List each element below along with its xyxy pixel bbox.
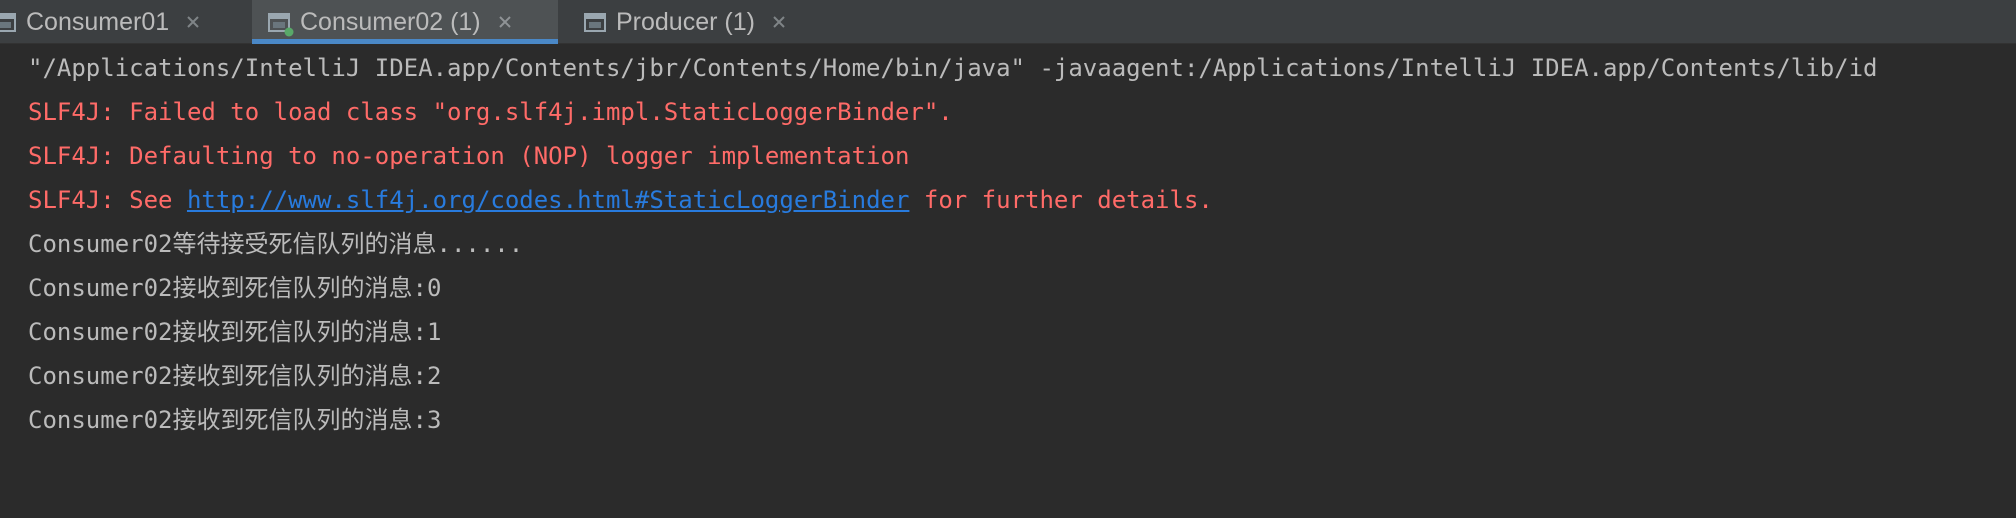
console-text: SLF4J: See [28, 186, 187, 214]
tab-producer[interactable]: Producer (1) [558, 0, 818, 44]
close-icon[interactable] [497, 14, 513, 30]
run-tabs-bar: Consumer01 Consumer02 (1) Producer (1) [0, 0, 2016, 44]
close-icon[interactable] [185, 14, 201, 30]
run-config-running-icon [268, 12, 294, 36]
console-output-line: Consumer02等待接受死信队列的消息...... [28, 230, 524, 258]
tab-consumer02[interactable]: Consumer02 (1) [252, 0, 558, 44]
console-error-line: SLF4J: See http://www.slf4j.org/codes.ht… [28, 185, 1213, 215]
close-icon[interactable] [771, 14, 787, 30]
run-tool-window: Consumer01 Consumer02 (1) Producer (1) "… [0, 0, 2016, 518]
console-error-line: SLF4J: Defaulting to no-operation (NOP) … [28, 142, 910, 170]
console-output-line: Consumer02接收到死信队列的消息:1 [28, 318, 442, 346]
tab-label: Producer (1) [616, 8, 755, 36]
console-error-line: SLF4J: Failed to load class "org.slf4j.i… [28, 98, 953, 126]
run-config-icon [0, 12, 16, 32]
console-command-line: "/Applications/IntelliJ IDEA.app/Content… [28, 54, 1878, 82]
console-output-line: Consumer02接收到死信队列的消息:2 [28, 362, 442, 390]
tab-consumer01[interactable]: Consumer01 [0, 0, 240, 44]
console-output-line: Consumer02接收到死信队列的消息:3 [28, 406, 442, 434]
console-output[interactable]: "/Applications/IntelliJ IDEA.app/Content… [0, 44, 2016, 518]
tab-label: Consumer02 (1) [300, 8, 481, 36]
console-output-line: Consumer02接收到死信队列的消息:0 [28, 274, 442, 302]
console-text: for further details. [909, 186, 1213, 214]
run-config-icon [584, 12, 606, 32]
tab-label: Consumer01 [26, 8, 170, 36]
console-hyperlink[interactable]: http://www.slf4j.org/codes.html#StaticLo… [187, 186, 909, 214]
